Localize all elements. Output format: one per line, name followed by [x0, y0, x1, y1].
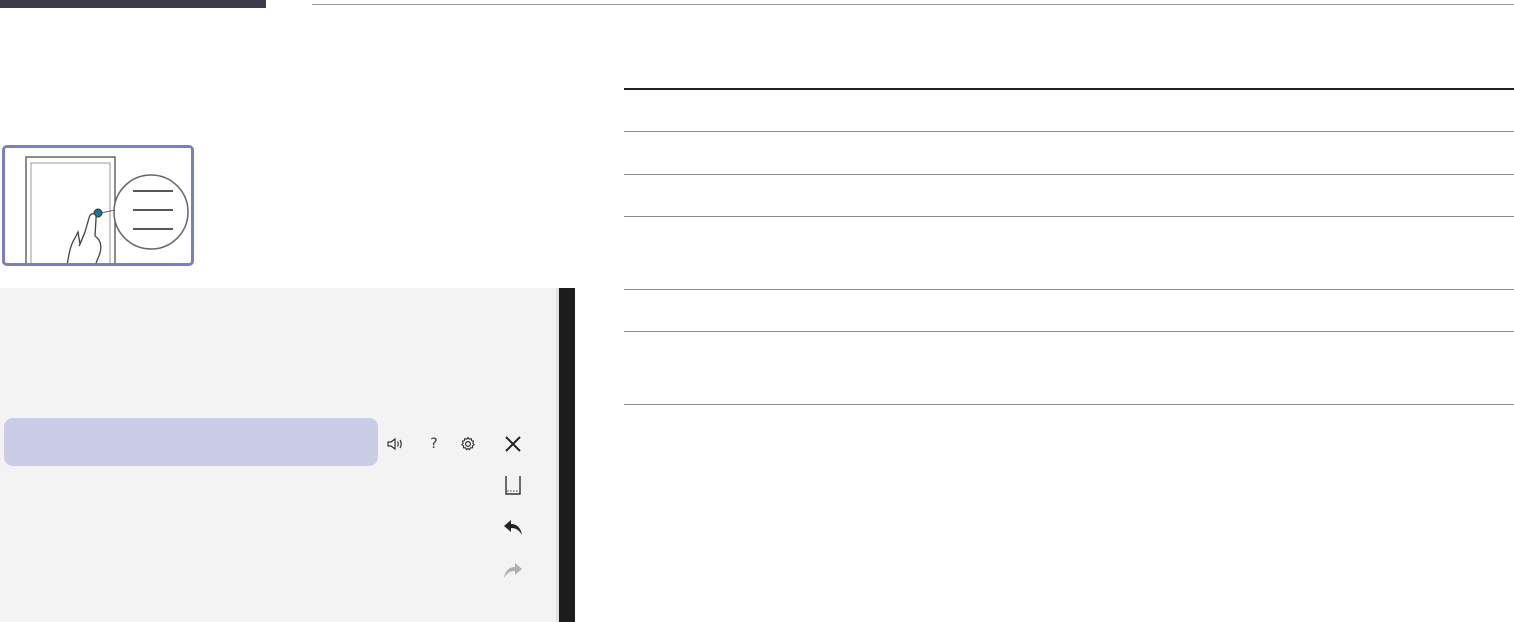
close-icon[interactable] [500, 431, 526, 457]
speaker-icon[interactable] [386, 434, 406, 454]
bookmark-icon[interactable] [500, 472, 526, 498]
redo-icon[interactable] [500, 557, 526, 583]
undo-icon[interactable] [500, 514, 526, 540]
table-row-divider [624, 404, 1514, 405]
table-row-divider [624, 131, 1514, 132]
chapter-tab [0, 0, 266, 8]
table-row-divider [624, 216, 1514, 217]
gear-icon[interactable] [458, 434, 478, 454]
table-row-divider [624, 289, 1514, 290]
menu-item-highlight[interactable] [4, 418, 378, 466]
touch-illustration [2, 145, 194, 266]
header-rule [312, 4, 1514, 5]
table-header-rule [624, 88, 1514, 90]
help-glyph: ? [430, 436, 438, 452]
table-row-divider [624, 331, 1514, 332]
hand-touch-icon [25, 156, 189, 263]
table-row-divider [624, 174, 1514, 175]
help-icon[interactable]: ? [424, 434, 444, 454]
panel-side-bar [559, 288, 575, 622]
